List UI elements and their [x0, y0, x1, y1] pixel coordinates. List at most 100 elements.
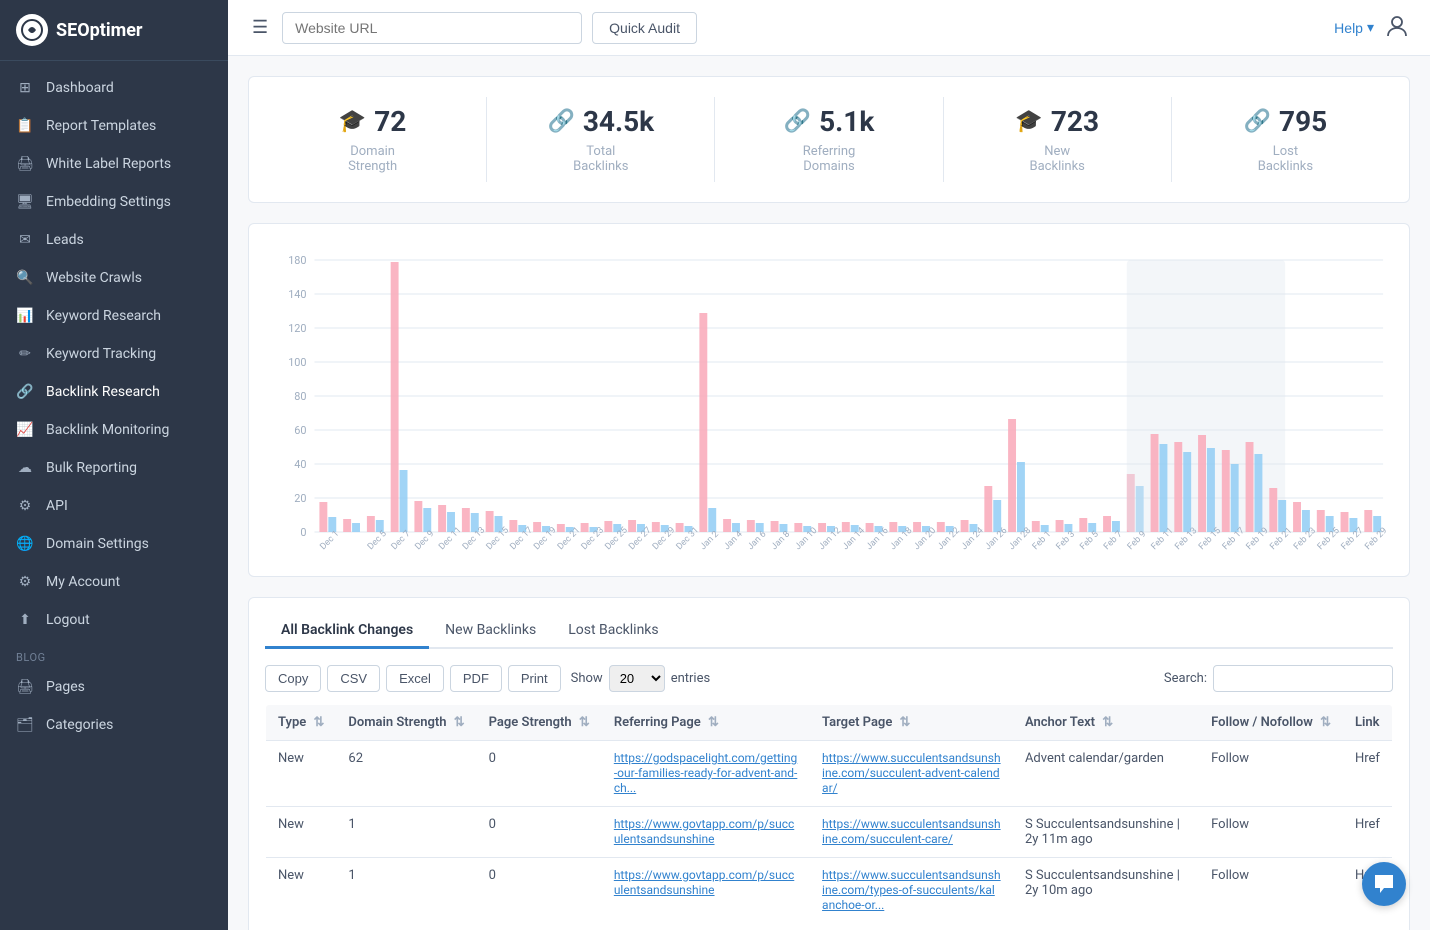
stat-domain-strength: 🎓 72 DomainStrength: [259, 97, 487, 182]
th-domain-strength[interactable]: Domain Strength ⇅: [336, 705, 476, 741]
th-type[interactable]: Type ⇅: [266, 705, 337, 741]
row-referring-page: https://www.govtapp.com/p/succulentsands…: [602, 858, 810, 924]
row-follow: Follow: [1199, 741, 1343, 807]
sidebar-item-embedding-settings[interactable]: 🖥 Embedding Settings: [0, 183, 228, 221]
sidebar-item-keyword-research[interactable]: 📊 Keyword Research: [0, 297, 228, 335]
sort-icon: ⇅: [708, 715, 719, 730]
globe-icon: 🌐: [16, 535, 34, 553]
sidebar-item-website-crawls[interactable]: 🔍 Website Crawls: [0, 259, 228, 297]
row-domain-strength: 1: [336, 807, 476, 858]
excel-button[interactable]: Excel: [386, 665, 444, 692]
tab-lost-backlinks[interactable]: Lost Backlinks: [552, 614, 674, 649]
sidebar-item-report-templates[interactable]: 📋 Report Templates: [0, 107, 228, 145]
stat-lost-backlinks: 🔗 795 LostBacklinks: [1172, 97, 1399, 182]
row-anchor-text: S Succulentsandsunshine | 2y 10m ago: [1013, 858, 1199, 924]
sidebar-item-bulk-reporting[interactable]: ☁ Bulk Reporting: [0, 449, 228, 487]
entries-label: entries: [671, 671, 711, 686]
hamburger-button[interactable]: ☰: [248, 13, 272, 42]
th-link[interactable]: Link: [1343, 705, 1393, 741]
sidebar-item-categories[interactable]: 🗂 Categories: [0, 706, 228, 744]
svg-text:180: 180: [288, 254, 306, 267]
svg-text:Jan 6: Jan 6: [746, 529, 768, 552]
sidebar-item-pages[interactable]: 🖨 Pages: [0, 668, 228, 706]
chat-button[interactable]: [1362, 862, 1406, 906]
print-button[interactable]: Print: [508, 665, 561, 692]
sidebar-item-leads[interactable]: ✉ Leads: [0, 221, 228, 259]
quick-audit-button[interactable]: Quick Audit: [592, 12, 697, 44]
th-anchor-text[interactable]: Anchor Text ⇅: [1013, 705, 1199, 741]
sidebar-item-domain-settings[interactable]: 🌐 Domain Settings: [0, 525, 228, 563]
stats-row: 🎓 72 DomainStrength 🔗 34.5k TotalBacklin…: [248, 76, 1410, 203]
th-referring-page[interactable]: Referring Page ⇅: [602, 705, 810, 741]
lost-backlinks-label: LostBacklinks: [1258, 144, 1313, 174]
sidebar-item-api[interactable]: ⚙ API: [0, 487, 228, 525]
show-label: Show: [571, 671, 603, 686]
user-icon-button[interactable]: [1384, 12, 1410, 44]
row-target-page: https://www.succulentsandsunshine.com/su…: [810, 741, 1013, 807]
row-domain-strength: 62: [336, 741, 476, 807]
categories-icon: 🗂: [16, 716, 34, 734]
referring-domains-label: ReferringDomains: [803, 144, 856, 174]
sidebar-item-white-label-reports[interactable]: 🖨 White Label Reports: [0, 145, 228, 183]
sidebar-item-label: Report Templates: [46, 118, 156, 134]
url-input[interactable]: [282, 12, 582, 44]
referring-page-link[interactable]: https://godspacelight.com/getting-our-fa…: [614, 751, 798, 795]
row-type: New: [266, 858, 337, 924]
entries-select[interactable]: 10 20 50 100: [609, 665, 665, 692]
target-page-link[interactable]: https://www.succulentsandsunshine.com/ty…: [822, 868, 1001, 912]
th-follow-nofollow[interactable]: Follow / Nofollow ⇅: [1199, 705, 1343, 741]
new-backlinks-label: NewBacklinks: [1030, 144, 1085, 174]
domain-strength-icon: 🎓: [339, 109, 366, 134]
sidebar-item-label: Backlink Monitoring: [46, 422, 169, 438]
pdf-button[interactable]: PDF: [450, 665, 502, 692]
total-backlinks-value: 34.5k: [583, 105, 654, 138]
sort-icon: ⇅: [900, 715, 911, 730]
report-icon: 📋: [16, 117, 34, 135]
referring-page-link[interactable]: https://www.govtapp.com/p/succulentsands…: [614, 817, 794, 846]
referring-page-link[interactable]: https://www.govtapp.com/p/succulentsands…: [614, 868, 794, 897]
csv-button[interactable]: CSV: [327, 665, 380, 692]
backlinks-table: Type ⇅ Domain Strength ⇅ Page Strength ⇅: [265, 704, 1393, 924]
svg-text:Jan 8: Jan 8: [770, 529, 792, 552]
row-page-strength: 0: [477, 858, 602, 924]
target-page-link[interactable]: https://www.succulentsandsunshine.com/su…: [822, 751, 1001, 795]
row-referring-page: https://godspacelight.com/getting-our-fa…: [602, 741, 810, 807]
target-page-link[interactable]: https://www.succulentsandsunshine.com/su…: [822, 817, 1001, 846]
help-button[interactable]: Help ▾: [1334, 19, 1374, 36]
cloud-icon: ☁: [16, 459, 34, 477]
chevron-down-icon: ▾: [1367, 19, 1374, 36]
sidebar-item-label: API: [46, 498, 68, 514]
table-controls: Copy CSV Excel PDF Print Show 10 20 50 1…: [265, 665, 1393, 692]
row-follow: Follow: [1199, 807, 1343, 858]
account-gear-icon: ⚙: [16, 573, 34, 591]
sidebar-item-logout[interactable]: ⬆ Logout: [0, 601, 228, 639]
svg-text:0: 0: [300, 526, 306, 539]
sidebar-item-dashboard[interactable]: ⊞ Dashboard: [0, 69, 228, 107]
svg-text:Jan 4: Jan 4: [722, 529, 744, 552]
sidebar-item-label: Backlink Research: [46, 384, 160, 400]
monitor-icon: 🖥: [16, 193, 34, 211]
sidebar-item-backlink-research[interactable]: 🔗 Backlink Research: [0, 373, 228, 411]
copy-button[interactable]: Copy: [265, 665, 321, 692]
tab-all-backlink-changes[interactable]: All Backlink Changes: [265, 614, 429, 649]
svg-text:140: 140: [288, 288, 306, 301]
row-follow: Follow: [1199, 858, 1343, 924]
th-page-strength[interactable]: Page Strength ⇅: [477, 705, 602, 741]
search-input[interactable]: [1213, 665, 1393, 692]
row-page-strength: 0: [477, 741, 602, 807]
chart-container: 0 20 40 60 80 100 120 140 180: [248, 223, 1410, 577]
sidebar-item-label: Leads: [46, 232, 84, 248]
search-label: Search:: [1164, 671, 1207, 686]
svg-text:Feb 7: Feb 7: [1102, 529, 1124, 552]
chart-icon: 📊: [16, 307, 34, 325]
sidebar-logo: SEOptimer: [0, 0, 228, 61]
svg-text:Feb 9: Feb 9: [1126, 529, 1148, 552]
grid-icon: ⊞: [16, 79, 34, 97]
th-target-page[interactable]: Target Page ⇅: [810, 705, 1013, 741]
domain-strength-value: 72: [374, 105, 406, 138]
table-row: New 62 0 https://godspacelight.com/getti…: [266, 741, 1393, 807]
sidebar-item-backlink-monitoring[interactable]: 📈 Backlink Monitoring: [0, 411, 228, 449]
sidebar-item-my-account[interactable]: ⚙ My Account: [0, 563, 228, 601]
tab-new-backlinks[interactable]: New Backlinks: [429, 614, 552, 649]
sidebar-item-keyword-tracking[interactable]: ✏ Keyword Tracking: [0, 335, 228, 373]
